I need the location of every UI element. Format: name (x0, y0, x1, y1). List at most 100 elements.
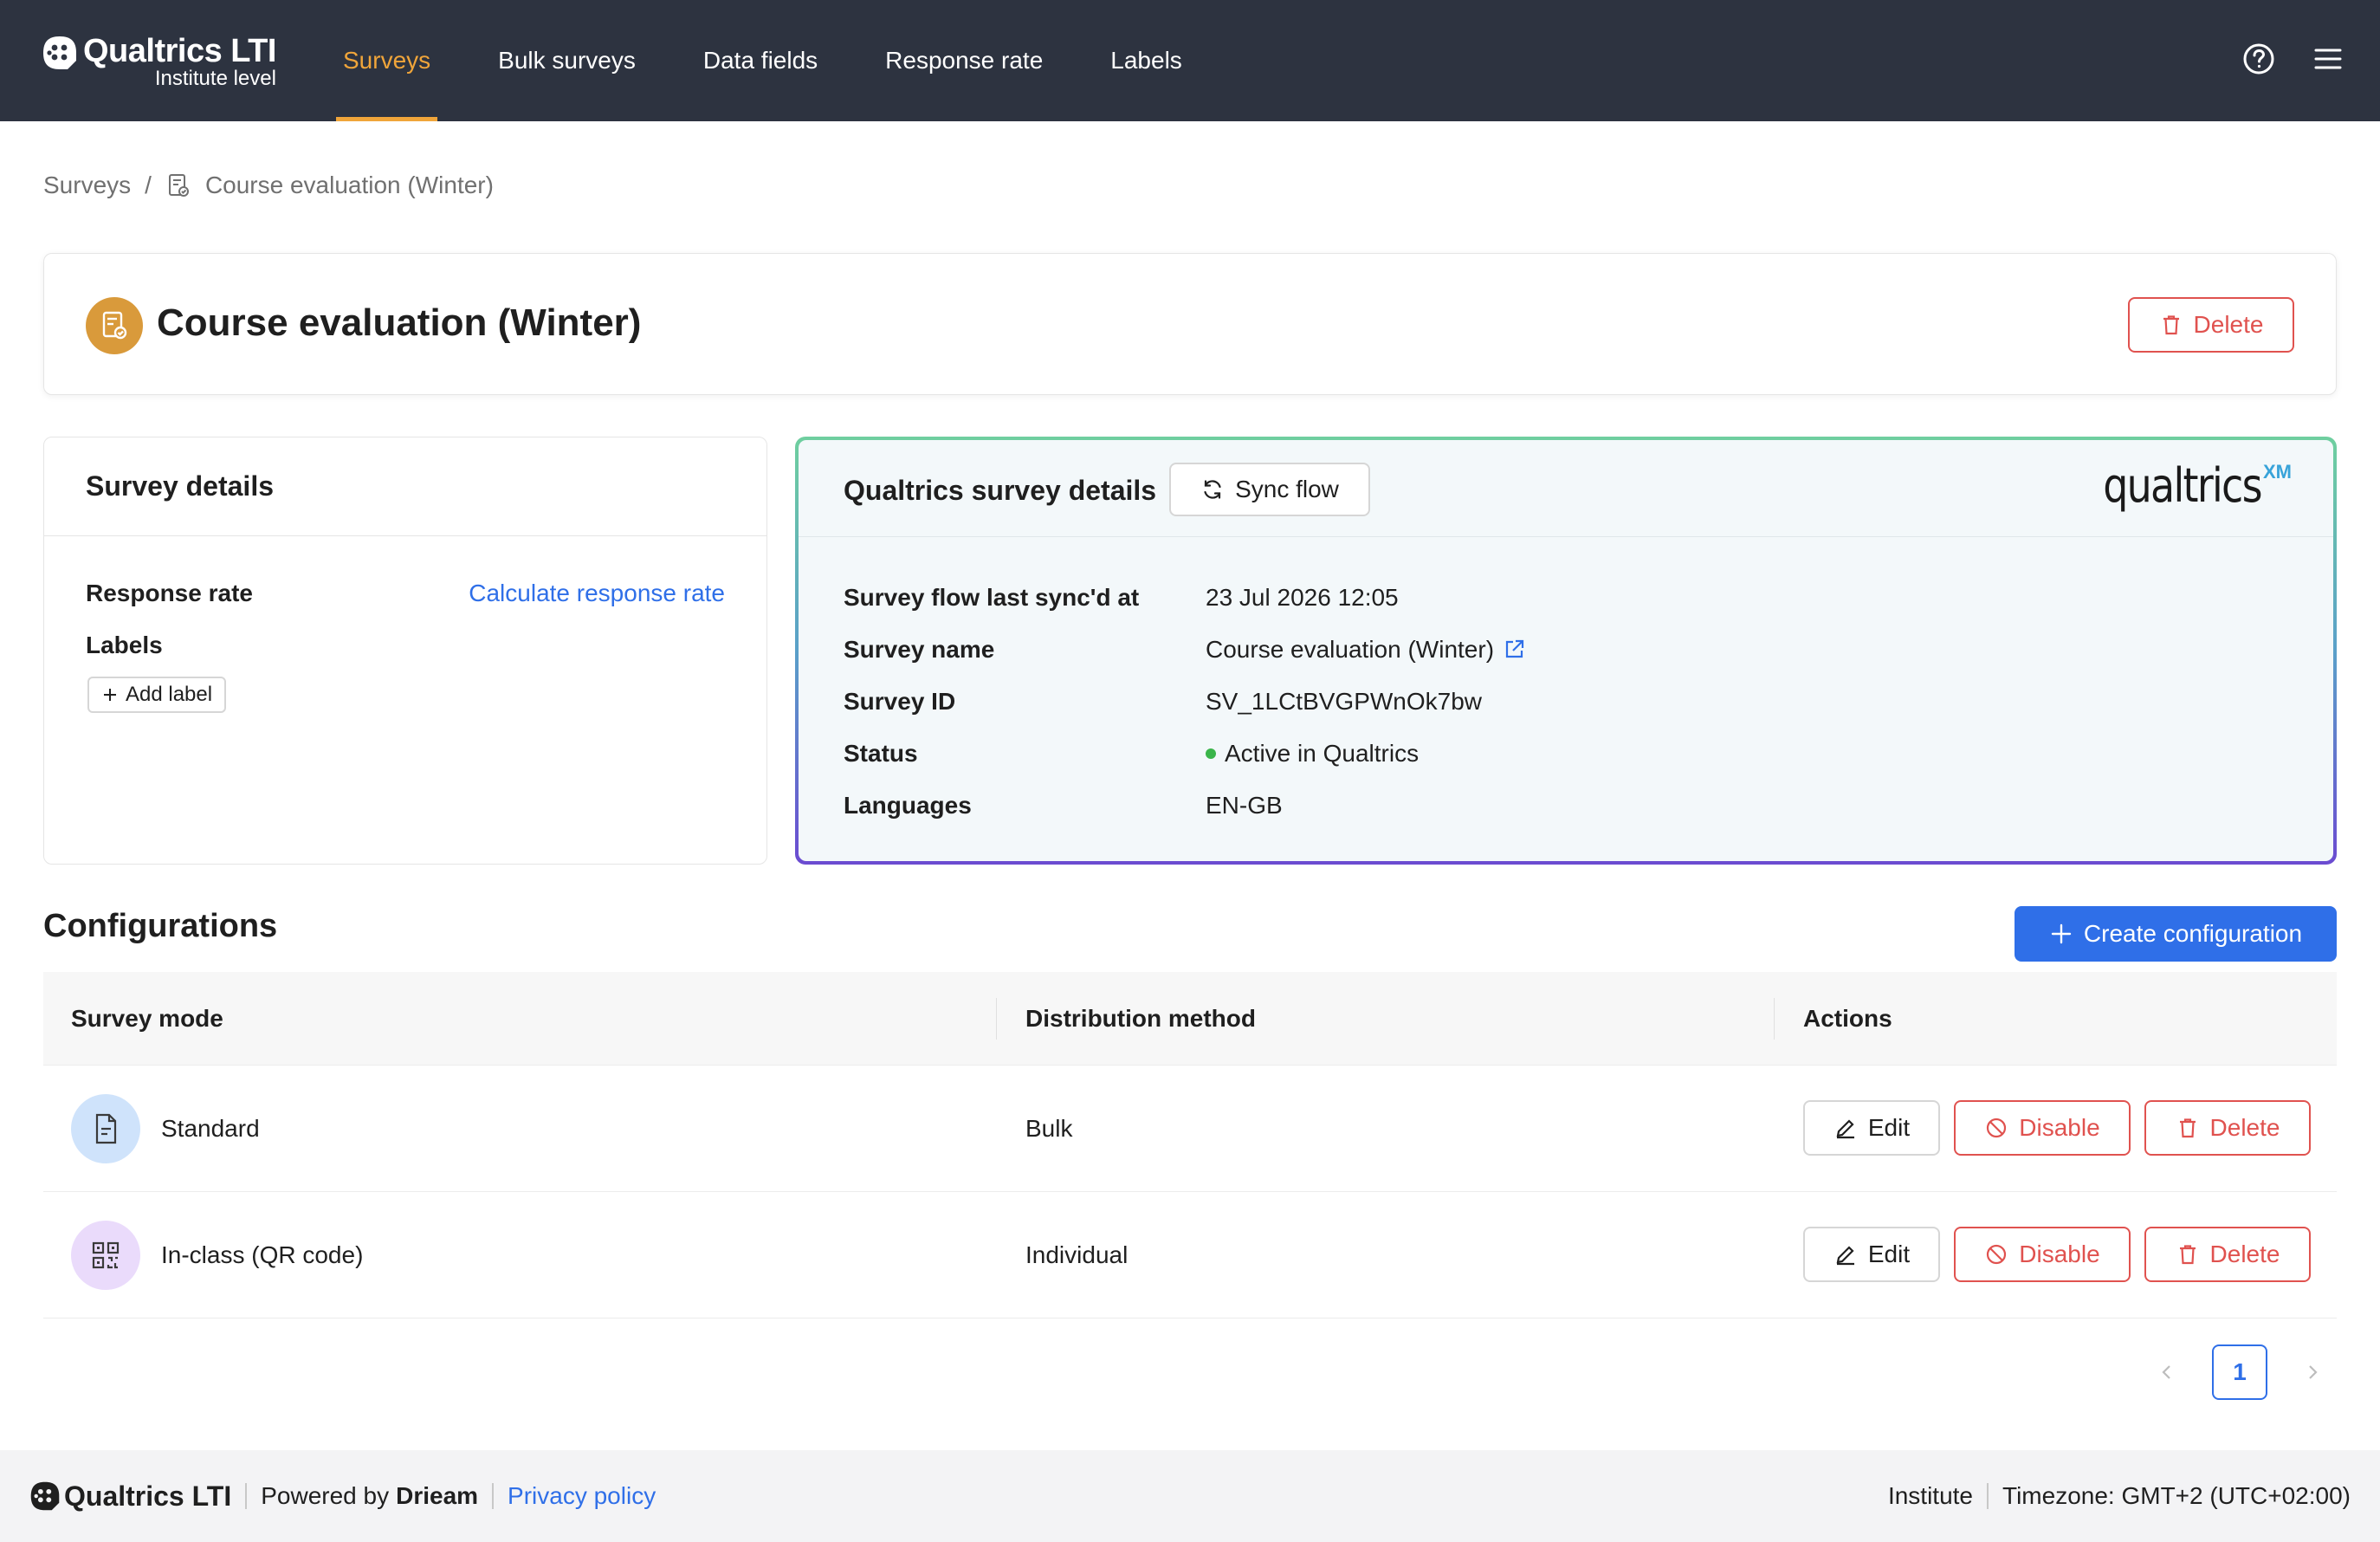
labels-row: Labels (86, 632, 725, 659)
nav-item-surveys[interactable]: Surveys (336, 0, 438, 121)
create-configuration-button[interactable]: Create configuration (2015, 906, 2337, 962)
footer-timezone: Timezone: GMT+2 (UTC+02:00) (2002, 1482, 2351, 1509)
chevron-left-icon[interactable] (2157, 1362, 2177, 1383)
survey-mode-cell: In-class (QR code) (71, 1192, 363, 1318)
footer-brand: Qualtrics LTI (64, 1480, 232, 1512)
ban-icon (1987, 1244, 2007, 1265)
calculate-response-rate-link[interactable]: Calculate response rate (469, 580, 725, 607)
qualtrics-logo-icon (30, 1481, 60, 1511)
page-title: Course evaluation (Winter) (157, 301, 642, 344)
configurations-title: Configurations (43, 908, 278, 944)
edit-button[interactable]: Edit (1803, 1100, 1940, 1156)
brand-name: Qualtrics LTI (83, 33, 276, 69)
table-row: Standard Bulk Edit Disable Delete (43, 1066, 2337, 1192)
edit-button[interactable]: Edit (1803, 1227, 1940, 1282)
hamburger-menu-icon[interactable] (2311, 42, 2345, 76)
column-header-actions: Actions (1803, 1005, 1892, 1032)
detail-row-languages: Languages EN-GB (844, 792, 1283, 820)
delete-configuration-button[interactable]: Delete (2144, 1227, 2311, 1282)
detail-key: Survey name (844, 636, 995, 663)
survey-name-text: Course evaluation (Winter) (1206, 636, 1495, 663)
nav-item-labels[interactable]: Labels (1103, 0, 1189, 121)
survey-name-link[interactable]: Course evaluation (Winter) (1206, 636, 1525, 664)
row-actions: Edit Disable Delete (1803, 1100, 2311, 1156)
trash-icon (2179, 1118, 2196, 1138)
breadcrumb-separator: / (145, 172, 152, 198)
qualtrics-details-title: Qualtrics survey details (844, 475, 1157, 506)
breadcrumb-surveys-link[interactable]: Surveys (43, 172, 131, 199)
pagination: 1 (2157, 1344, 2323, 1400)
sync-flow-button[interactable]: Sync flow (1169, 463, 1370, 516)
qualtrics-survey-details-card: Qualtrics survey details Sync flow qualt… (795, 437, 2337, 865)
qualtrics-logo-icon (43, 36, 76, 69)
distribution-method-cell: Individual (1025, 1241, 1129, 1268)
survey-mode-cell: Standard (71, 1066, 260, 1192)
column-divider (996, 998, 997, 1040)
document-icon (71, 1094, 140, 1163)
delete-survey-label: Delete (2193, 311, 2264, 338)
brand-subtitle: Institute level (154, 67, 276, 90)
delete-configuration-button[interactable]: Delete (2144, 1100, 2311, 1156)
footer-divider (245, 1483, 248, 1509)
status-text: Active in Qualtrics (1225, 740, 1420, 767)
column-header-distribution-method: Distribution method (1025, 1005, 1256, 1032)
sync-icon (1204, 480, 1221, 499)
status-dot-icon (1206, 748, 1216, 759)
column-header-survey-mode: Survey mode (71, 1005, 223, 1032)
survey-mode-text: In-class (QR code) (161, 1241, 364, 1268)
table-row: In-class (QR code) Individual Edit Disab… (43, 1192, 2337, 1318)
powered-by-name: Drieam (396, 1482, 479, 1509)
trash-icon (2163, 315, 2179, 335)
add-label-button[interactable]: Add label (87, 677, 227, 713)
page-number-button[interactable]: 1 (2212, 1344, 2267, 1400)
sync-flow-label: Sync flow (1235, 476, 1339, 502)
qualtrics-logo-xm: XM (2263, 461, 2292, 483)
privacy-policy-link[interactable]: Privacy policy (508, 1482, 656, 1510)
disable-button[interactable]: Disable (1954, 1100, 2131, 1156)
delete-label: Delete (2209, 1241, 2280, 1267)
pencil-icon (1836, 1246, 1854, 1266)
breadcrumb-current: Course evaluation (Winter) (204, 172, 494, 198)
edit-label: Edit (1867, 1114, 1911, 1141)
detail-row-survey-id: Survey ID SV_1LCtBVGPWnOk7bw (844, 688, 1482, 716)
footer-divider (492, 1483, 495, 1509)
breadcrumb: Surveys / Course evaluation (Winter) (43, 172, 494, 199)
trash-icon (2179, 1245, 2196, 1265)
column-divider (1774, 998, 1775, 1040)
distribution-method-cell: Bulk (1025, 1115, 1073, 1142)
detail-key: Survey ID (844, 688, 956, 715)
response-rate-row: Response rate Calculate response rate (86, 580, 725, 607)
top-icons (2241, 42, 2345, 76)
detail-row-status: Status Active in Qualtrics (844, 740, 1419, 768)
table-header: Survey mode Distribution method Actions (43, 972, 2337, 1066)
footer: Qualtrics LTI Powered by Drieam Privacy … (0, 1450, 2380, 1542)
detail-value: SV_1LCtBVGPWnOk7bw (1206, 688, 1483, 715)
survey-mode-text: Standard (161, 1115, 260, 1142)
configurations-table: Survey mode Distribution method Actions … (43, 972, 2337, 1318)
detail-key: Status (844, 740, 918, 767)
detail-value: 23 Jul 2026 12:05 (1206, 584, 1399, 611)
brand[interactable]: Qualtrics LTI Institute level (42, 33, 276, 90)
create-configuration-label: Create configuration (2083, 920, 2303, 947)
detail-row-survey-name: Survey name Course evaluation (Winter) (844, 636, 1525, 664)
ban-icon (1987, 1118, 2007, 1138)
detail-key: Survey flow last sync'd at (844, 584, 1140, 611)
nav-item-bulk-surveys[interactable]: Bulk surveys (491, 0, 643, 121)
survey-icon (86, 297, 143, 354)
footer-divider (1987, 1483, 1989, 1509)
disable-button[interactable]: Disable (1954, 1227, 2131, 1282)
labels-label: Labels (86, 632, 163, 658)
main-nav: Surveys Bulk surveys Data fields Respons… (336, 0, 1243, 121)
plus-icon (2051, 923, 2072, 944)
disable-label: Disable (2019, 1114, 2100, 1141)
survey-details-card: Survey details Response rate Calculate r… (43, 437, 767, 865)
nav-item-data-fields[interactable]: Data fields (696, 0, 825, 121)
nav-item-response-rate[interactable]: Response rate (878, 0, 1050, 121)
edit-label: Edit (1867, 1241, 1911, 1267)
survey-details-title: Survey details (44, 437, 766, 536)
disable-label: Disable (2019, 1241, 2100, 1267)
help-circle-icon[interactable] (2241, 42, 2276, 76)
delete-survey-button[interactable]: Delete (2128, 297, 2294, 353)
delete-label: Delete (2209, 1114, 2280, 1141)
chevron-right-icon[interactable] (2302, 1362, 2323, 1383)
